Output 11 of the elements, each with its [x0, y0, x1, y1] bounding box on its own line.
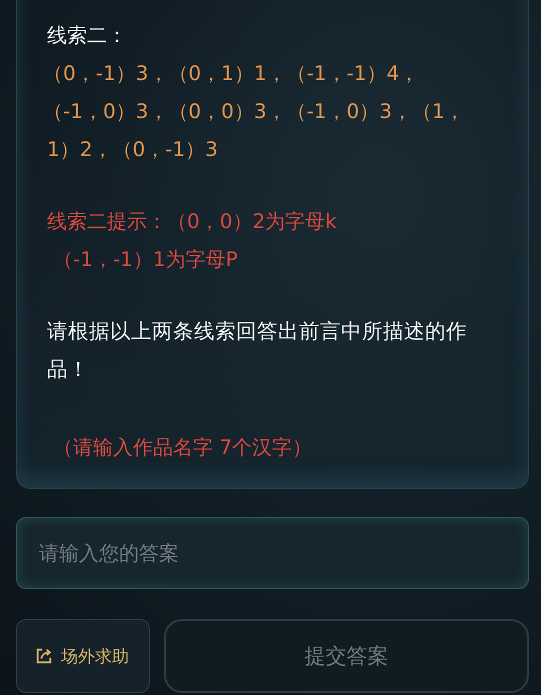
note-text: （请输入作品名字 7个汉字） [53, 434, 314, 461]
clue-text: （-1，0）3，（0，0）3，（-1，0）3，（1， [43, 98, 466, 125]
hint-text: 线索二提示：（0，0）2为字母k [47, 208, 338, 235]
hint-text: （-1，-1）1为字母P [53, 246, 239, 273]
help-button[interactable]: 场外求助 [16, 619, 150, 693]
clue-title: 线索二： [47, 22, 128, 49]
answer-field[interactable]: 请输入您的答案 [16, 517, 529, 589]
question-text: 请根据以上两条线索回答出前言中所描述的作品！ [47, 318, 468, 383]
clue-text: （0，-1）3，（0，1）1，（-1，-1）4， [43, 60, 420, 87]
clue-text: 1）2，（0，-1）3 [47, 136, 219, 163]
share-icon [35, 647, 53, 665]
